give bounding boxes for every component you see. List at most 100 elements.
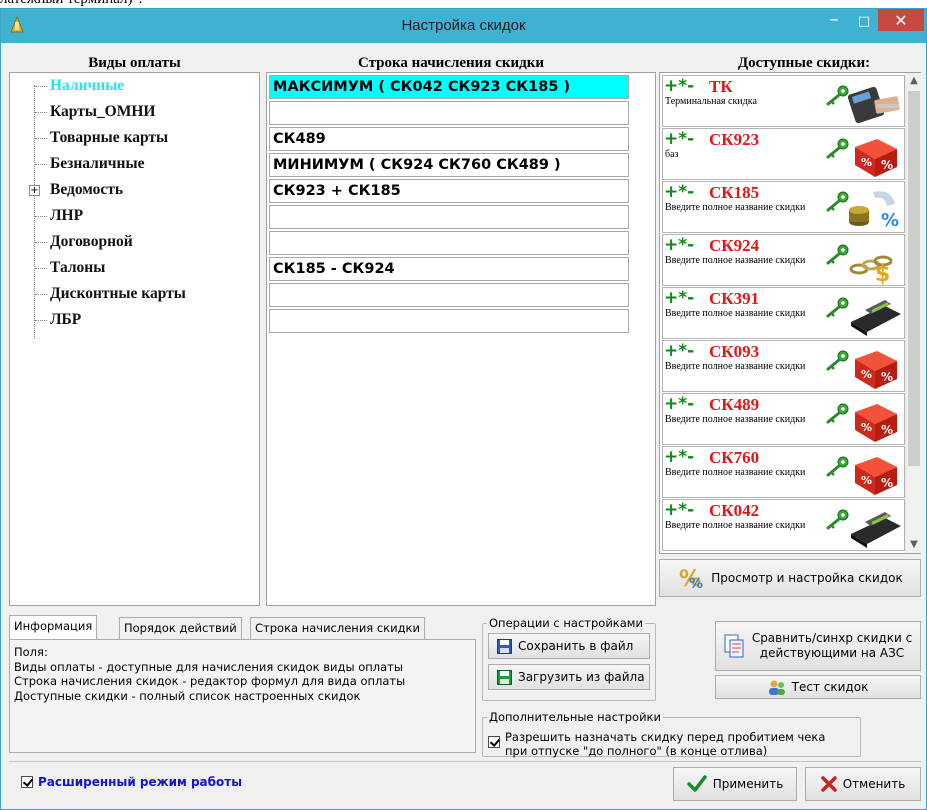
tree-item-lnr[interactable]: ЛНР [10,203,259,229]
svg-text:%: % [881,370,893,384]
formula-row-contract[interactable] [269,231,629,255]
svg-text:%: % [861,156,872,169]
discount-item-ск924[interactable]: +*- СК924 Введите полное название скидки $ [662,234,905,286]
tree-item-coupons[interactable]: Талоны [10,255,259,281]
tab-order-of-actions[interactable]: Порядок действий [119,617,242,639]
close-button[interactable]: ✕ [878,9,924,31]
add-mul-sub-controls[interactable]: +*- [664,447,694,467]
tree-item-label: Безналичные [50,155,145,172]
discount-item-ск093[interactable]: +*- СК093 Введите полное название скидки%% [662,340,905,392]
tree-item-lbr[interactable]: ЛБР [10,307,259,333]
compare-documents-icon [724,634,744,658]
tree-item-label: ЛБР [50,311,82,328]
formula-string-panel: МАКСИМУМ ( СК042 СК923 СК185 ) СК489 МИН… [266,72,656,606]
add-mul-sub-controls[interactable]: +*- [664,288,694,308]
discount-item-ск391[interactable]: +*- СК391 Введите полное название скидки [662,287,905,339]
tree-item-cashless[interactable]: Безналичные [10,151,259,177]
add-mul-sub-controls[interactable]: +*- [664,76,694,96]
compare-sync-button[interactable]: Сравнить/синхр скидки с действующими на … [715,621,921,671]
discount-description: Введите полное название скидки [665,202,806,213]
formula-row-cash[interactable]: МАКСИМУМ ( СК042 СК923 СК185 ) [269,75,629,99]
bottom-separator [9,761,921,762]
discount-description: баз [665,149,679,160]
cross-icon [820,776,837,792]
tab-information[interactable]: Информация [9,615,98,639]
percent-sign-icon: % % [679,567,703,590]
add-mul-sub-controls[interactable]: +*- [664,129,694,149]
save-to-file-button[interactable]: Сохранить в файл [488,633,650,659]
tree-item-omni-cards[interactable]: Карты_ОМНИ [10,99,259,125]
available-discounts-list[interactable]: +*- ТК Терминальная скидка +*- СК923 баз%% +*-… [659,72,921,554]
payment-types-tree[interactable]: Наличные Карты_ОМНИ Товарные карты Безна… [9,72,260,606]
payment-terminal-icon [845,80,903,126]
svg-text:%: % [881,210,899,231]
minimize-button[interactable]: – [820,7,848,31]
tree-item-label: Договорной [50,233,133,250]
discount-code: СК924 [709,236,760,255]
scroll-down-icon[interactable]: ▼ [906,537,922,553]
formula-row-lbr[interactable] [269,309,629,333]
svg-text:%: % [881,476,893,490]
tree-item-goods-cards[interactable]: Товарные карты [10,125,259,151]
add-mul-sub-controls[interactable]: +*- [664,341,694,361]
discount-description: Введите полное название скидки [665,414,806,425]
discounts-scrollbar[interactable]: ▲ ▼ [905,73,921,553]
card-reader-icon [845,504,903,550]
discount-before-receipt-line2: при отпуске "до полного" (в конце отлива… [505,744,768,758]
add-mul-sub-controls[interactable]: +*- [664,182,694,202]
load-from-file-label: Загрузить из файла [518,670,645,684]
tree-item-contract[interactable]: Договорной [10,229,259,255]
discount-before-receipt-checkbox[interactable] [488,736,500,748]
tree-item-cash[interactable]: Наличные [10,73,259,99]
coins-percent-icon: % [845,186,903,232]
payment-types-header: Виды оплаты [88,55,181,71]
discount-item-ск185[interactable]: +*- СК185 Введите полное название скидки% [662,181,905,233]
add-mul-sub-controls[interactable]: +*- [664,394,694,414]
discount-description: Введите полное название скидки [665,520,806,531]
tree-item-discount-cards[interactable]: Дисконтные карты [10,281,259,307]
formula-row-omni-cards[interactable] [269,101,629,125]
maximize-button[interactable]: □ [850,9,878,33]
info-line: Поля: [14,645,48,659]
discount-item-тк[interactable]: +*- ТК Терминальная скидка [662,75,905,127]
discount-description: Терминальная скидка [665,96,757,107]
cancel-button[interactable]: Отменить [805,767,921,801]
formula-row-statement[interactable]: СК923 + СК185 [269,179,629,203]
tab-formula-string[interactable]: Строка начисления скидки [250,617,425,639]
svg-text:%: % [861,368,872,381]
view-setup-discounts-button[interactable]: % % Просмотр и настройка скидок [659,559,921,597]
svg-text:%: % [881,158,893,172]
discount-description: Введите полное название скидки [665,255,806,266]
apply-button[interactable]: Применить [673,767,797,801]
formula-row-goods-cards[interactable]: СК489 [269,127,629,151]
load-from-file-button[interactable]: Загрузить из файла [488,664,650,690]
floppy-disk-icon [497,638,512,654]
discount-item-ск042[interactable]: +*- СК042 Введите полное название скидки [662,499,905,551]
discount-code: СК489 [709,395,760,414]
add-mul-sub-controls[interactable]: +*- [664,500,694,520]
discount-code: ТК [709,77,733,96]
discount-item-ск760[interactable]: +*- СК760 Введите полное название скидки%% [662,446,905,498]
scroll-thumb[interactable] [908,91,920,466]
formula-row-lnr[interactable] [269,205,629,229]
title-bar[interactable]: Настройка скидок – □ ✕ [1,9,926,43]
discount-code: СК042 [709,501,760,520]
discount-code: СК760 [709,448,760,467]
formula-row-discount-cards[interactable] [269,283,629,307]
percent-cube-icon: %% [845,133,903,179]
discount-before-receipt-option[interactable]: Разрешить назначать скидку перед пробити… [488,730,858,758]
discount-settings-window: Настройка скидок – □ ✕ Виды оплаты Строк… [0,8,927,810]
formula-row-cashless[interactable]: МИНИМУМ ( СК924 СК760 СК489 ) [269,153,629,177]
add-mul-sub-controls[interactable]: +*- [664,235,694,255]
extended-mode-option[interactable]: Расширенный режим работы [21,775,242,789]
info-line: Строка начисления скидок - редактор форм… [14,674,406,688]
test-discounts-button[interactable]: Тест скидок [715,675,921,699]
expand-plus-icon[interactable]: + [29,185,40,196]
discount-item-ск489[interactable]: +*- СК489 Введите полное название скидки%% [662,393,905,445]
extended-mode-checkbox[interactable] [21,776,33,788]
scroll-up-icon[interactable]: ▲ [906,73,922,89]
discount-item-ск923[interactable]: +*- СК923 баз%% [662,128,905,180]
discount-before-receipt-line1: Разрешить назначать скидку перед пробити… [505,730,826,744]
formula-row-coupons[interactable]: СК185 - СК924 [269,257,629,281]
tree-item-statement[interactable]: + Ведомость [10,177,259,203]
